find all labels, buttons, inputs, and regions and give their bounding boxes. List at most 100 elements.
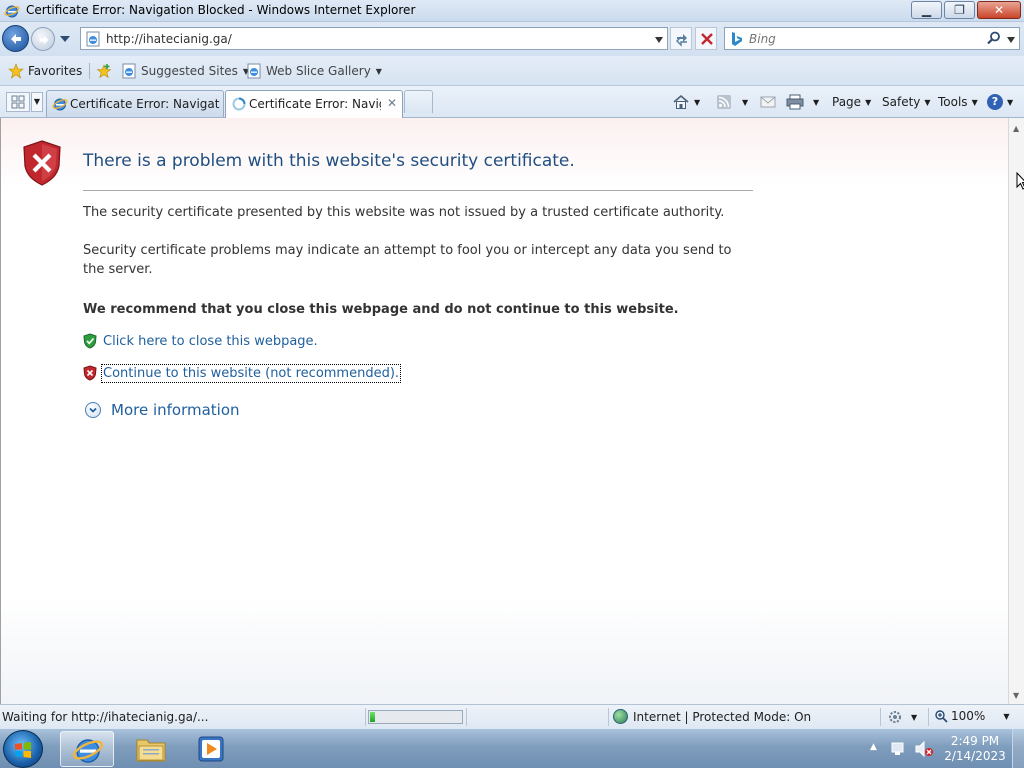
refresh-arrows-icon bbox=[676, 34, 687, 47]
start-button[interactable] bbox=[3, 730, 43, 768]
tools-menu[interactable]: Tools ▼ bbox=[938, 92, 978, 112]
taskbar-clock[interactable]: 2:49 PM 2/14/2023 bbox=[942, 734, 1008, 764]
dropdown-caret-icon: ▼ bbox=[911, 712, 918, 722]
new-tab-button[interactable] bbox=[404, 90, 433, 113]
close-webpage-action[interactable]: Click here to close this webpage. bbox=[83, 331, 318, 351]
search-input[interactable] bbox=[749, 31, 979, 46]
dropdown-caret-icon: ▼ bbox=[1007, 97, 1014, 107]
close-window-button[interactable]: ✕ bbox=[977, 1, 1021, 19]
protected-mode-settings[interactable]: ▼ bbox=[887, 709, 917, 725]
zoom-level: 100% bbox=[951, 709, 986, 723]
tab-label: Certificate Error: Navig... bbox=[249, 97, 381, 111]
home-button[interactable]: ▼ bbox=[672, 92, 700, 112]
status-bar: Waiting for http://ihatecianig.ga/... In… bbox=[0, 704, 1024, 728]
search-dropdown-icon[interactable] bbox=[1007, 37, 1015, 43]
recent-pages-dropdown-icon[interactable] bbox=[59, 34, 71, 44]
unsafe-shield-icon bbox=[83, 365, 97, 381]
status-divider bbox=[608, 708, 609, 726]
favorite-label: Suggested Sites bbox=[141, 64, 238, 78]
close-webpage-link[interactable]: Click here to close this webpage. bbox=[103, 334, 318, 349]
help-menu[interactable]: ? ▼ bbox=[987, 92, 1013, 112]
volume-muted-icon[interactable] bbox=[914, 740, 934, 758]
cert-warning-text: Security certificate problems may indica… bbox=[83, 243, 732, 277]
forward-button[interactable] bbox=[31, 27, 55, 51]
scroll-down-icon[interactable]: ▼ bbox=[1013, 691, 1019, 700]
ie-logo-icon bbox=[4, 5, 20, 18]
print-button[interactable]: ▼ bbox=[786, 92, 819, 112]
favorite-web-slice-gallery[interactable]: Web Slice Gallery ▼ bbox=[246, 62, 382, 80]
continue-website-link[interactable]: Continue to this website (not recommende… bbox=[100, 363, 402, 383]
ie-page-icon bbox=[86, 31, 100, 47]
add-favorite-star-icon bbox=[96, 64, 112, 79]
ie-page-icon bbox=[247, 63, 261, 79]
dropdown-caret-icon[interactable]: ▼ bbox=[694, 98, 700, 107]
taskbar-internet-explorer[interactable] bbox=[60, 731, 114, 767]
show-hidden-icons-icon[interactable]: ▲ bbox=[870, 742, 877, 752]
tab-list-dropdown[interactable]: ▼ bbox=[31, 92, 43, 112]
settings-gear-icon bbox=[889, 711, 901, 723]
printer-icon bbox=[786, 94, 804, 110]
quick-tabs-button[interactable] bbox=[6, 92, 30, 112]
compatibility-view-button[interactable] bbox=[670, 27, 692, 50]
dropdown-caret-icon: ▼ bbox=[1003, 711, 1010, 721]
favorites-star-icon bbox=[8, 63, 24, 79]
favorite-label: Web Slice Gallery bbox=[266, 64, 371, 78]
minimize-button[interactable]: ▁ bbox=[911, 1, 942, 19]
status-divider bbox=[466, 708, 467, 726]
tab-certificate-error-1[interactable]: Certificate Error: Navigatio... bbox=[46, 90, 224, 117]
help-icon: ? bbox=[987, 94, 1003, 110]
error-shield-icon bbox=[23, 140, 61, 186]
continue-website-action[interactable]: Continue to this website (not recommende… bbox=[83, 363, 402, 383]
tab-bar: ▼ Certificate Error: Navigatio... Certif… bbox=[0, 86, 1024, 118]
search-box[interactable] bbox=[724, 27, 1020, 50]
security-zone[interactable]: Internet | Protected Mode: On bbox=[613, 709, 811, 724]
close-tab-icon[interactable]: ✕ bbox=[387, 96, 397, 110]
more-information-link[interactable]: More information bbox=[111, 401, 240, 419]
favorites-bar: Favorites Suggested Sites ▼ Web Slice Ga… bbox=[0, 56, 1024, 86]
status-divider bbox=[365, 708, 366, 726]
safety-menu[interactable]: Safety ▼ bbox=[882, 92, 931, 112]
title-bar: Certificate Error: Navigation Blocked - … bbox=[0, 0, 1024, 22]
clock-date: 2/14/2023 bbox=[944, 749, 1006, 763]
address-bar[interactable]: http://ihatecianig.ga/ bbox=[80, 27, 668, 50]
feeds-button[interactable]: ▼ bbox=[716, 92, 748, 112]
favorites-button[interactable]: Favorites bbox=[8, 62, 82, 80]
scroll-up-icon[interactable]: ▲ bbox=[1013, 124, 1019, 133]
status-text: Waiting for http://ihatecianig.ga/... bbox=[2, 710, 209, 724]
back-arrow-icon bbox=[11, 34, 21, 44]
vertical-scrollbar[interactable]: ▲ ▼ bbox=[1008, 118, 1024, 704]
mouse-cursor-icon bbox=[1016, 172, 1024, 190]
dropdown-caret-icon[interactable]: ▼ bbox=[813, 98, 819, 107]
favorites-label: Favorites bbox=[28, 64, 83, 78]
maximize-button[interactable]: ❐ bbox=[944, 1, 975, 19]
restore-icon: ❐ bbox=[954, 3, 965, 17]
taskbar-media-player[interactable] bbox=[184, 731, 238, 767]
status-divider bbox=[928, 708, 929, 726]
dropdown-caret-icon: ▼ bbox=[375, 66, 382, 76]
dropdown-caret-icon[interactable]: ▼ bbox=[742, 98, 748, 107]
page-menu[interactable]: Page ▼ bbox=[832, 92, 871, 112]
windows-logo-icon bbox=[15, 742, 31, 758]
stop-x-icon bbox=[701, 33, 713, 45]
forward-arrow-icon bbox=[39, 35, 49, 45]
back-button[interactable] bbox=[2, 25, 29, 52]
page-title: There is a problem with this website's s… bbox=[83, 151, 575, 171]
search-icon[interactable] bbox=[987, 31, 1001, 45]
action-center-flag-icon[interactable] bbox=[890, 741, 908, 757]
divider bbox=[83, 190, 753, 191]
tab-certificate-error-2[interactable]: Certificate Error: Navig... ✕ bbox=[225, 90, 403, 118]
show-desktop-button[interactable] bbox=[1012, 729, 1024, 768]
more-information-toggle[interactable]: More information bbox=[85, 400, 240, 420]
read-mail-button[interactable] bbox=[760, 92, 776, 112]
zoom-control[interactable]: 100% ▼ bbox=[934, 709, 1009, 723]
address-url[interactable]: http://ihatecianig.ga/ bbox=[106, 32, 232, 46]
dropdown-caret-icon: ▼ bbox=[924, 97, 931, 107]
internet-globe-icon bbox=[613, 709, 628, 724]
stop-button[interactable] bbox=[695, 27, 717, 50]
address-dropdown-icon[interactable] bbox=[655, 37, 663, 43]
add-to-favorites-bar-button[interactable] bbox=[96, 62, 116, 80]
mail-icon bbox=[760, 96, 776, 108]
folder-icon bbox=[136, 739, 166, 762]
favorite-suggested-sites[interactable]: Suggested Sites ▼ bbox=[121, 62, 249, 80]
taskbar-windows-explorer[interactable] bbox=[124, 731, 178, 767]
